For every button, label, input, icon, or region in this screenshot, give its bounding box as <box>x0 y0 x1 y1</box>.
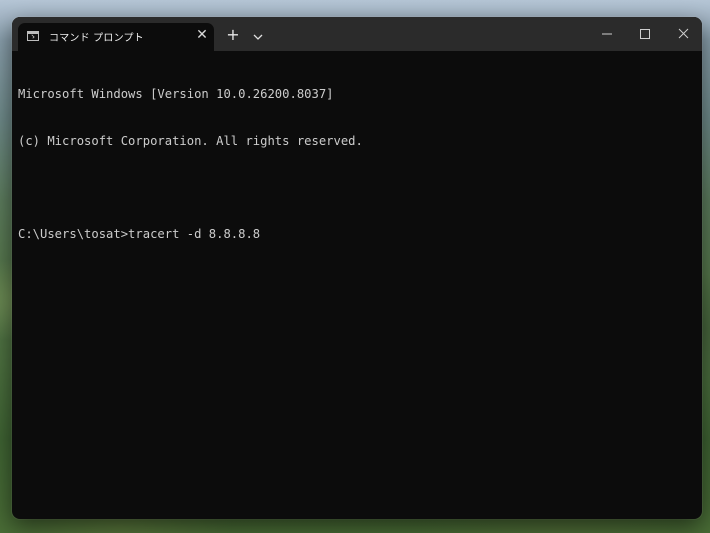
close-tab-button[interactable]: ✕ <box>194 27 210 43</box>
maximize-button[interactable] <box>628 23 662 45</box>
chevron-down-icon[interactable] <box>251 29 265 43</box>
new-tab-button[interactable]: + <box>225 27 241 43</box>
title-bar[interactable]: コマンド プロンプト ✕ + <box>12 17 702 51</box>
terminal-icon <box>27 31 39 41</box>
close-window-button[interactable] <box>666 23 700 45</box>
terminal-line-version: Microsoft Windows [Version 10.0.26200.80… <box>18 87 334 101</box>
terminal-line-copyright: (c) Microsoft Corporation. All rights re… <box>18 133 363 148</box>
terminal-line-command: C:\Users\tosat>tracert -d 8.8.8.8 <box>18 226 261 241</box>
tab-command-prompt[interactable]: コマンド プロンプト ✕ <box>18 23 214 51</box>
maximize-icon <box>640 29 650 39</box>
terminal-window: コマンド プロンプト ✕ + Microsoft Windows [Versio… <box>12 17 702 519</box>
minimize-button[interactable] <box>590 23 624 45</box>
close-icon <box>678 28 689 39</box>
minimize-icon <box>602 33 612 35</box>
tab-title: コマンド プロンプト <box>49 33 144 44</box>
terminal-output[interactable]: Microsoft Windows [Version 10.0.26200.80… <box>18 56 696 511</box>
